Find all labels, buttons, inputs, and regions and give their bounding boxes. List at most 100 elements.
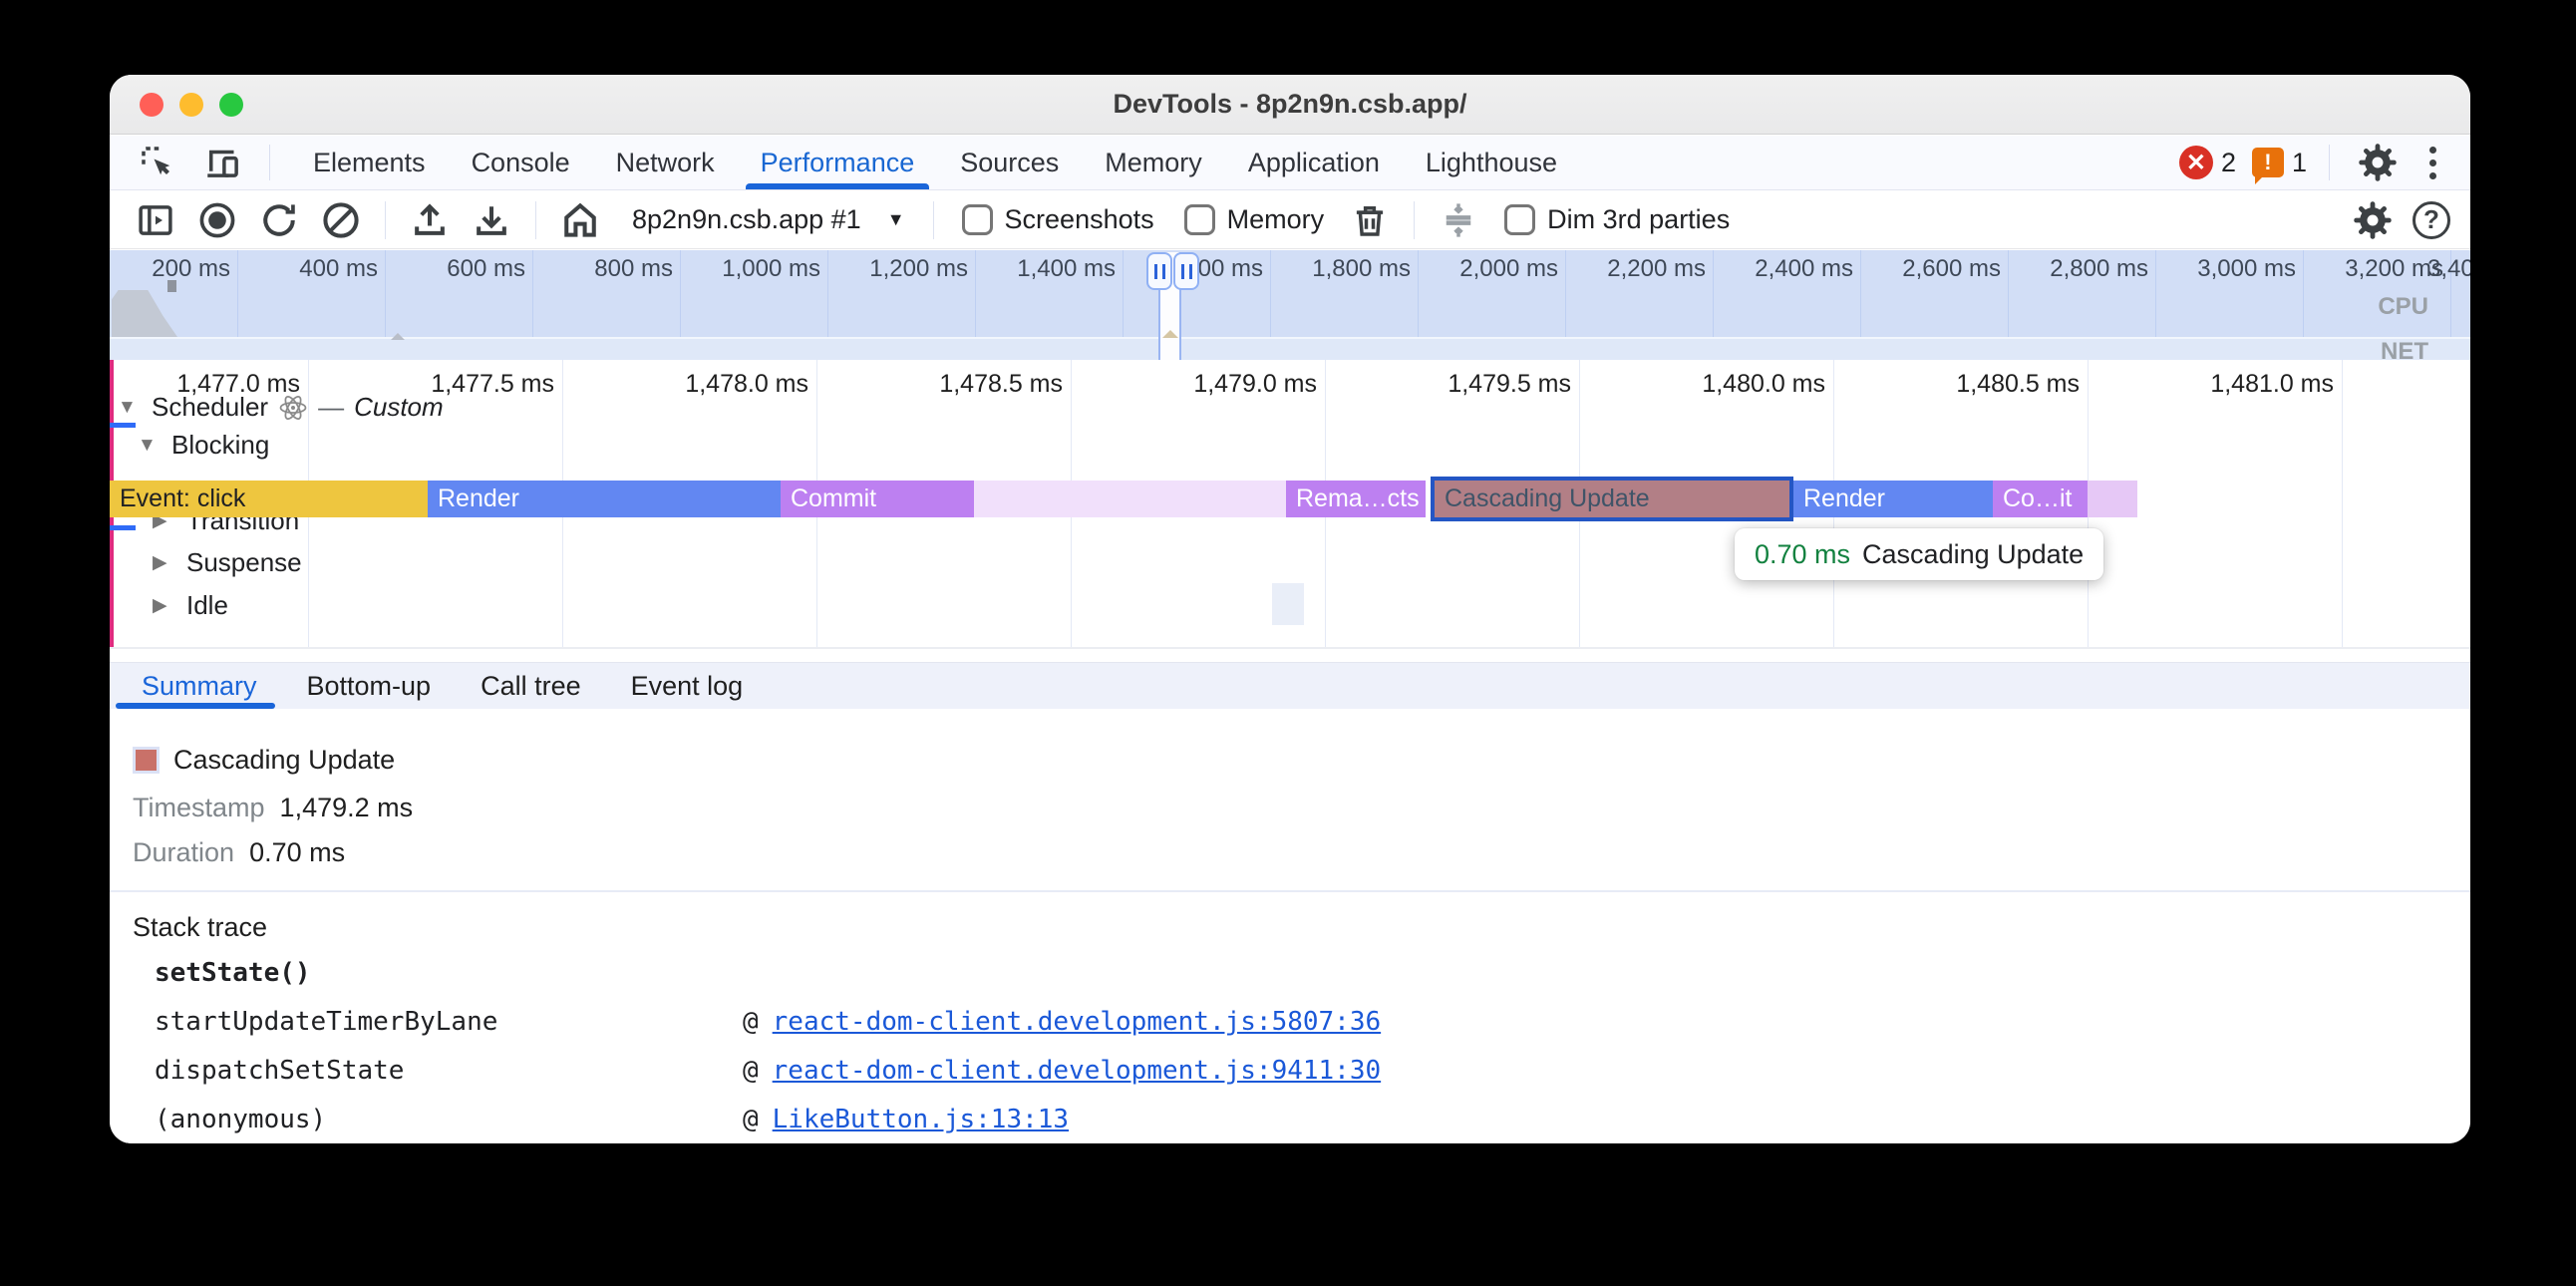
flame-bar[interactable]: Commit	[781, 481, 974, 517]
memory-label: Memory	[1227, 204, 1325, 235]
panel-tab[interactable]: Performance	[738, 136, 938, 189]
flame-chart[interactable]: 1,477.0 ms 1,477.5 ms 1,478.0 ms 1,478.5…	[110, 360, 2470, 649]
react-atom-icon	[278, 393, 308, 423]
panel-tab[interactable]: Sources	[937, 136, 1082, 189]
stack-trace-list: setState() startUpdateTimerByLane @ reac…	[155, 958, 1381, 1137]
divider	[110, 890, 2470, 892]
details-tab[interactable]: Event log	[631, 663, 744, 709]
track-label: Idle	[186, 590, 228, 621]
collapse-triangle-icon[interactable]: ▼	[118, 397, 142, 419]
devtools-window: DevTools - 8p2n9n.csb.app/	[110, 75, 2470, 1143]
dash: —	[318, 392, 344, 423]
collapse-triangle-icon[interactable]: ▼	[138, 435, 161, 457]
panel-tab[interactable]: Elements	[290, 136, 449, 189]
clear-icon[interactable]	[315, 196, 367, 244]
selection-marker	[1162, 322, 1178, 338]
track-label: Suspense	[186, 547, 302, 578]
profile-select[interactable]: 8p2n9n.csb.app #1 ▼	[616, 204, 915, 235]
title-bar: DevTools - 8p2n9n.csb.app/	[110, 75, 2470, 135]
track-row[interactable]: ▶ Suspense	[153, 547, 302, 578]
track-label: Scheduler	[152, 392, 268, 423]
cpu-activity-mark	[167, 280, 176, 292]
source-link[interactable]: LikeButton.js:13:13	[773, 1105, 1069, 1134]
selection-handle-left[interactable]	[1146, 252, 1172, 290]
dim-3rd-parties-checkbox[interactable]	[1504, 204, 1535, 235]
more-options-icon[interactable]	[2419, 143, 2446, 183]
screenshots-checkbox[interactable]	[962, 204, 993, 235]
toggle-sidebar-icon[interactable]	[130, 196, 181, 244]
divider	[535, 201, 536, 239]
panel-tabs: Elements Console Network Performance Sou…	[290, 136, 1580, 189]
function-name: setState()	[155, 958, 743, 988]
stack-frame: dispatchSetState @ react-dom-client.deve…	[155, 1056, 1381, 1089]
flame-bar[interactable]	[974, 481, 1286, 517]
record-icon[interactable]	[191, 196, 243, 244]
timeline-overview[interactable]: 200 ms 400 ms 600 ms 800 ms 1,000 ms 1,2…	[110, 250, 2470, 360]
network-strip	[110, 337, 2470, 360]
track-scheduler[interactable]: ▼ Scheduler — Custom	[118, 392, 444, 423]
duration-value: 0.70 ms	[249, 837, 345, 867]
selection-handle-right[interactable]	[1173, 252, 1199, 290]
panel-tab[interactable]: Memory	[1082, 136, 1225, 189]
flame-bar[interactable]	[2088, 481, 2137, 517]
track-indicator	[110, 423, 136, 428]
home-icon[interactable]	[554, 196, 606, 244]
track-row[interactable]: ▼ Blocking	[138, 430, 269, 461]
download-profile-icon[interactable]	[466, 196, 517, 244]
panel-tab[interactable]: Lighthouse	[1403, 136, 1580, 189]
flame-bar[interactable]: Cascading Update	[1431, 477, 1793, 521]
minimize-window-button[interactable]	[179, 93, 203, 117]
tooltip-label: Cascading Update	[1862, 539, 2084, 570]
details-tab[interactable]: Bottom-up	[307, 663, 432, 709]
flame-bar[interactable]: Rema…cts	[1286, 481, 1426, 517]
memory-checkbox[interactable]	[1184, 204, 1215, 235]
event-color-swatch	[133, 747, 160, 774]
close-window-button[interactable]	[140, 93, 163, 117]
ruler-tick-label: 1,481.0 ms	[2139, 360, 2343, 649]
help-icon[interactable]: ?	[2413, 201, 2450, 239]
tooltip-duration: 0.70 ms	[1755, 539, 1850, 570]
error-badge[interactable]: ✕ 2	[2179, 146, 2236, 179]
error-count: 2	[2221, 148, 2236, 178]
stack-trace-title: Stack trace	[133, 912, 267, 943]
traffic-lights	[140, 93, 243, 117]
panel-tab[interactable]: Application	[1225, 136, 1403, 189]
source-link[interactable]: react-dom-client.development.js:5807:36	[773, 1007, 1381, 1037]
flame-bar[interactable]: Event: click	[110, 481, 428, 517]
event-title: Cascading Update	[173, 745, 395, 776]
details-tab[interactable]: Call tree	[481, 663, 581, 709]
flame-bar[interactable]: Render	[1793, 481, 1993, 517]
panel-tab[interactable]: Network	[593, 136, 738, 189]
panel-tab[interactable]: Console	[449, 136, 593, 189]
chevron-down-icon: ▼	[887, 209, 905, 230]
garbage-collect-icon[interactable]	[1344, 196, 1396, 244]
issues-count: 1	[2292, 148, 2307, 178]
upload-profile-icon[interactable]	[404, 196, 456, 244]
inspect-element-icon[interactable]	[132, 139, 183, 186]
collapse-triangle-icon[interactable]: ▶	[153, 551, 176, 574]
source-link[interactable]: react-dom-client.development.js:9411:30	[773, 1056, 1381, 1086]
devtools-tabstrip: Elements Console Network Performance Sou…	[110, 136, 2470, 190]
collapse-sections-icon[interactable]	[1433, 196, 1484, 244]
timestamp-value: 1,479.2 ms	[280, 793, 414, 822]
flame-bar[interactable]: Co…it	[1993, 481, 2088, 517]
track-label: Blocking	[171, 430, 269, 461]
divider	[2329, 145, 2330, 180]
summary-panel: Cascading Update Timestamp 1,479.2 ms Du…	[110, 709, 2470, 1143]
collapse-triangle-icon[interactable]: ▶	[153, 594, 176, 617]
memory-option: Memory	[1174, 204, 1335, 235]
reload-record-icon[interactable]	[253, 196, 305, 244]
flame-bar[interactable]: Render	[428, 481, 781, 517]
track-row[interactable]: ▶ Idle	[153, 590, 228, 621]
divider	[1414, 201, 1415, 239]
device-toolbar-icon[interactable]	[197, 139, 249, 186]
flame-bar-tooltip: 0.70 ms Cascading Update	[1735, 528, 2103, 580]
divider	[385, 201, 386, 239]
settings-gear-icon[interactable]	[2352, 139, 2404, 186]
zoom-window-button[interactable]	[219, 93, 243, 117]
capture-settings-gear-icon[interactable]	[2347, 196, 2399, 244]
issues-badge[interactable]: ! 1	[2252, 148, 2307, 178]
net-label: NET	[2381, 338, 2428, 360]
divider	[933, 201, 934, 239]
track-suffix: Custom	[354, 392, 444, 423]
